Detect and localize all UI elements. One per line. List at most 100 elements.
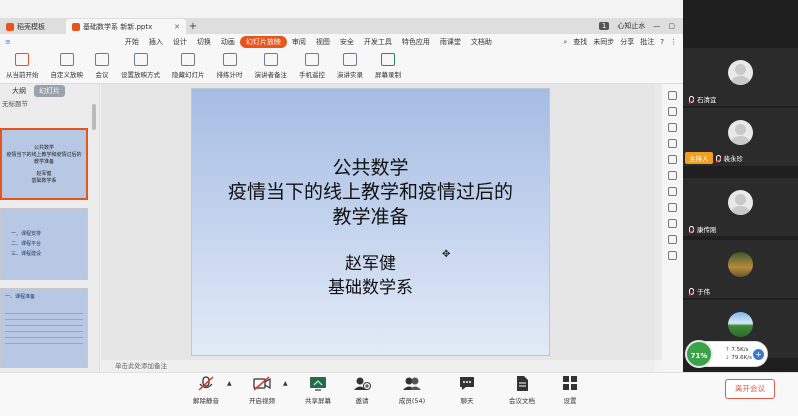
panel-tabs: 大纲 幻灯片 — [0, 84, 99, 98]
slide-thumbnail-2[interactable]: 一、课程安排 二、课程平台 三、课程建设 — [0, 208, 88, 280]
participant-tile[interactable]: 石清宜 — [683, 48, 798, 106]
avatar — [728, 120, 753, 145]
chat-button[interactable]: 聊天 — [445, 376, 489, 405]
mic-muted-icon — [689, 225, 694, 233]
custom-show-button[interactable]: 自定义放映 — [45, 53, 90, 79]
avatar — [728, 312, 753, 337]
members-button[interactable]: 成员(54) — [390, 376, 434, 405]
menu-item-doc-assistant[interactable]: 文档助 — [466, 37, 497, 47]
thumb-text: 公共数学 — [33, 145, 54, 151]
slide-thumbnail-panel: 大纲 幻灯片 无标题节 公共数学 疫情当下的线上教学和疫情过后的 教学准备 赵军… — [0, 84, 100, 372]
tool-icon[interactable] — [668, 171, 677, 180]
meeting-docs-button[interactable]: 会议文档 — [500, 376, 544, 405]
screen-record-icon — [381, 53, 395, 66]
tool-icon[interactable] — [668, 123, 677, 132]
menu-item-transitions[interactable]: 切换 — [192, 37, 216, 47]
thumb-text: 一、课程安排 — [11, 231, 42, 237]
tool-icon[interactable] — [668, 251, 677, 260]
menu-item-features[interactable]: 特色应用 — [397, 37, 435, 47]
participant-tile[interactable]: 主持人 裴永珍 — [683, 108, 798, 166]
menu-item-review[interactable]: 审阅 — [287, 37, 311, 47]
maximize-icon[interactable]: ▢ — [668, 22, 675, 30]
mic-muted-icon — [715, 154, 721, 162]
tool-icon[interactable] — [668, 91, 677, 100]
help-icon[interactable]: ? — [660, 38, 664, 46]
participant-tile[interactable]: 康传刚 — [683, 178, 798, 236]
close-tab-icon[interactable]: ✕ — [174, 23, 180, 31]
hamburger-icon[interactable]: ≡ — [0, 38, 16, 46]
share-screen-button[interactable]: 共享屏幕 — [296, 376, 340, 405]
slide-thumbnail-1[interactable]: 公共数学 疫情当下的线上教学和疫情过后的 教学准备 赵军健 基础数学系 — [0, 128, 88, 200]
slide-thumbnail-3[interactable]: 一、课程准备 — [0, 288, 88, 368]
window-count-badge[interactable]: 1 — [598, 22, 610, 30]
setup-show-button[interactable]: 设置放映方式 — [115, 53, 166, 79]
menu-item-animation[interactable]: 动画 — [216, 37, 240, 47]
network-status[interactable]: 71% ↑ 7.5K/s ↓ 79.6K/s + — [685, 340, 768, 368]
tool-icon[interactable] — [668, 219, 677, 228]
mic-muted-icon — [689, 95, 694, 103]
tab-slides[interactable]: 幻灯片 — [34, 85, 65, 97]
account-name[interactable]: 心知止水 — [617, 21, 645, 31]
leave-meeting-button[interactable]: 离开会议 — [725, 379, 775, 399]
minimize-icon[interactable]: — — [653, 22, 660, 30]
vertical-scrollbar[interactable] — [654, 84, 662, 360]
notes-pane[interactable]: 单击此处添加备注 — [101, 360, 654, 372]
current-slide[interactable]: 公共数学 疫情当下的线上教学和疫情过后的 教学准备 赵军健 基础数学系 ✥ — [191, 88, 550, 356]
menu-item-developer[interactable]: 开发工具 — [359, 37, 397, 47]
more-icon[interactable]: ⋮ — [670, 38, 677, 46]
tab-outline[interactable]: 大纲 — [12, 86, 26, 96]
docer-logo-icon — [6, 22, 14, 31]
accelerate-icon[interactable]: + — [753, 349, 764, 360]
thumbnail-scrollbar[interactable] — [92, 104, 96, 130]
chat-icon — [460, 377, 474, 390]
tab-document[interactable]: 基础数学系 新新.pptx ✕ — [66, 19, 186, 34]
hide-slide-button[interactable]: 隐藏幻灯片 — [166, 53, 211, 79]
section-title[interactable]: 无标题节 — [0, 98, 99, 110]
participant-name-row: 康传刚 — [689, 224, 717, 234]
settings-button[interactable]: 设置 — [548, 376, 592, 405]
tool-icon[interactable] — [668, 203, 677, 212]
phone-remote-button[interactable]: 手机遥控 — [293, 53, 331, 79]
menu-item-security[interactable]: 安全 — [335, 37, 359, 47]
custom-show-icon — [59, 53, 74, 66]
menu-item-slideshow[interactable]: 幻灯片放映 — [239, 36, 287, 48]
menu-item-insert[interactable]: 插入 — [144, 37, 168, 47]
slide-subtitle-2: 教学准备 — [332, 206, 409, 228]
participant-name-row: 石清宜 — [689, 94, 717, 104]
video-button[interactable]: 开启视频 — [240, 376, 284, 405]
meeting-button[interactable]: 会议 — [89, 53, 115, 79]
tool-icon[interactable] — [668, 139, 677, 148]
from-current-button[interactable]: 从当前开始 — [0, 53, 45, 79]
participant-name-row: 主持人 裴永珍 — [685, 152, 743, 164]
mute-options-caret[interactable]: ▲ — [227, 380, 232, 387]
screen-record-button[interactable]: 屏幕录制 — [369, 53, 407, 79]
menu-item-rain-classroom[interactable]: 雨课堂 — [435, 37, 466, 47]
tool-icon[interactable] — [668, 107, 677, 116]
tool-icon[interactable] — [668, 155, 677, 164]
new-tab-button[interactable]: + — [186, 19, 200, 34]
tool-icon[interactable] — [668, 187, 677, 196]
participant-tile[interactable]: 于伟 — [683, 240, 798, 298]
speaker-notes-button[interactable]: 演讲者备注 — [249, 53, 294, 79]
invite-button[interactable]: 邀请 — [340, 376, 384, 405]
tool-icon[interactable] — [668, 235, 677, 244]
search-label[interactable]: 查找 — [573, 37, 587, 47]
rehearse-button[interactable]: 排练计时 — [211, 53, 249, 79]
record-button[interactable]: 演讲实录 — [331, 53, 369, 79]
window-right-area: 1 心知止水 — ▢ — [598, 18, 675, 34]
share-button[interactable]: 分享 — [620, 37, 634, 47]
menu-item-view[interactable]: 视图 — [311, 37, 335, 47]
sync-status[interactable]: 未同步 — [593, 37, 614, 47]
hide-slide-icon — [181, 53, 196, 66]
thumb-text: 一、课程准备 — [5, 294, 36, 300]
menu-item-home[interactable]: 开始 — [120, 37, 144, 47]
network-rates: ↑ 7.5K/s ↓ 79.6K/s — [725, 347, 752, 361]
tab-templates[interactable]: 稻壳模板 — [0, 19, 66, 34]
search-icon[interactable]: ⌕ — [563, 38, 567, 47]
video-options-caret[interactable]: ▲ — [283, 380, 288, 387]
menu-item-design[interactable]: 设计 — [168, 37, 192, 47]
comment-button[interactable]: 批注 — [640, 37, 654, 47]
notes-icon — [263, 53, 278, 66]
mute-button[interactable]: 解除静音 — [184, 376, 228, 405]
mic-off-icon — [198, 376, 214, 391]
